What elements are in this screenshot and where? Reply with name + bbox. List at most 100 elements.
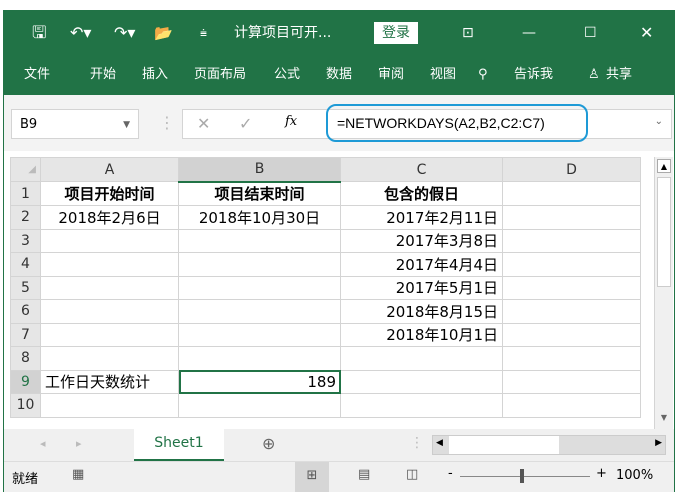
zoom-slider[interactable] bbox=[460, 476, 590, 477]
row-header[interactable]: 3 bbox=[10, 228, 41, 253]
row-header[interactable]: 9 bbox=[10, 369, 41, 394]
column-header-c[interactable]: C bbox=[340, 157, 503, 182]
cell-c10[interactable] bbox=[340, 393, 503, 418]
cell-b8[interactable] bbox=[178, 346, 341, 371]
cell-c7[interactable]: 2018年10月1日 bbox=[340, 322, 503, 347]
scroll-left-icon[interactable]: ◀ bbox=[436, 438, 443, 448]
cell-c8[interactable] bbox=[340, 346, 503, 371]
minimize-button[interactable]: — bbox=[522, 11, 536, 55]
formula-text[interactable]: =NETWORKDAYS(A2,B2,C2:C7) bbox=[326, 104, 588, 142]
search-icon[interactable]: ⚲ bbox=[478, 55, 488, 95]
cell-b6[interactable] bbox=[178, 299, 341, 324]
cell-c4[interactable]: 2017年4月4日 bbox=[340, 252, 503, 277]
cell-c5[interactable]: 2017年5月1日 bbox=[340, 275, 503, 300]
next-sheet-icon[interactable]: ▸ bbox=[76, 437, 82, 450]
scroll-thumb[interactable] bbox=[657, 177, 671, 287]
zoom-in-button[interactable]: + bbox=[596, 466, 607, 481]
scroll-up-icon[interactable]: ▲ bbox=[657, 159, 671, 173]
open-folder-icon[interactable]: 📂 bbox=[154, 11, 173, 55]
scroll-thumb[interactable] bbox=[449, 436, 559, 454]
drag-handle-icon[interactable]: ⋮ bbox=[159, 113, 175, 132]
maximize-button[interactable]: ☐ bbox=[584, 11, 597, 55]
horizontal-scrollbar[interactable]: ◀ ▶ bbox=[432, 435, 666, 455]
cell-b5[interactable] bbox=[178, 275, 341, 300]
cell-a2[interactable]: 2018年2月6日 bbox=[40, 205, 179, 230]
tab-insert[interactable]: 插入 bbox=[142, 55, 168, 95]
undo-icon[interactable]: ↶▾ bbox=[70, 11, 91, 55]
cell-d4[interactable] bbox=[502, 252, 641, 277]
scroll-down-icon[interactable]: ▼ bbox=[657, 413, 671, 427]
cell-b10[interactable] bbox=[178, 393, 341, 418]
scroll-right-icon[interactable]: ▶ bbox=[655, 438, 662, 448]
close-button[interactable]: ✕ bbox=[640, 11, 653, 55]
enter-icon[interactable]: ✓ bbox=[239, 114, 252, 133]
normal-view-icon[interactable]: ⊞ bbox=[295, 462, 329, 492]
add-sheet-icon[interactable]: ⊕ bbox=[262, 434, 275, 453]
row-header[interactable]: 7 bbox=[10, 322, 41, 347]
vertical-scrollbar[interactable]: ▲ ▼ bbox=[654, 157, 673, 429]
redo-icon[interactable]: ↷▾ bbox=[114, 11, 135, 55]
tab-data[interactable]: 数据 bbox=[326, 55, 352, 95]
cell-d10[interactable] bbox=[502, 393, 641, 418]
cell-a7[interactable] bbox=[40, 322, 179, 347]
row-header[interactable]: 4 bbox=[10, 252, 41, 277]
cell-a6[interactable] bbox=[40, 299, 179, 324]
cell-d1[interactable] bbox=[502, 181, 641, 206]
cell-c2[interactable]: 2017年2月11日 bbox=[340, 205, 503, 230]
cell-a10[interactable] bbox=[40, 393, 179, 418]
prev-sheet-icon[interactable]: ◂ bbox=[40, 437, 46, 450]
select-all[interactable]: ◢ bbox=[10, 157, 41, 182]
login-button[interactable]: 登录 bbox=[374, 22, 418, 44]
chevron-down-icon[interactable]: ▼ bbox=[123, 110, 130, 140]
row-header[interactable]: 8 bbox=[10, 346, 41, 371]
tab-view[interactable]: 视图 bbox=[430, 55, 456, 95]
row-header[interactable]: 2 bbox=[10, 205, 41, 230]
cell-c9[interactable] bbox=[340, 369, 503, 394]
zoom-out-button[interactable]: - bbox=[448, 466, 453, 481]
tab-formulas[interactable]: 公式 bbox=[274, 55, 300, 95]
cell-c6[interactable]: 2018年8月15日 bbox=[340, 299, 503, 324]
customize-toolbar-icon[interactable]: ⩧ bbox=[200, 11, 207, 55]
row-header[interactable]: 1 bbox=[10, 181, 41, 206]
cell-b7[interactable] bbox=[178, 322, 341, 347]
tab-file[interactable]: 文件 bbox=[24, 55, 50, 95]
tab-page-layout[interactable]: 页面布局 bbox=[194, 55, 246, 95]
column-header-b[interactable]: B bbox=[178, 157, 341, 183]
cancel-icon[interactable]: ✕ bbox=[197, 114, 210, 133]
macro-record-icon[interactable]: ▦ bbox=[72, 467, 84, 482]
sheet-tab-sheet1[interactable]: Sheet1 bbox=[134, 429, 224, 462]
row-header[interactable]: 10 bbox=[10, 393, 41, 418]
row-header[interactable]: 6 bbox=[10, 299, 41, 324]
save-icon[interactable]: 🖫 bbox=[32, 11, 46, 55]
share-button[interactable]: 共享 bbox=[606, 55, 632, 95]
cell-b1[interactable]: 项目结束时间 bbox=[178, 181, 341, 206]
cell-c1[interactable]: 包含的假日 bbox=[340, 181, 503, 206]
cell-b2[interactable]: 2018年10月30日 bbox=[178, 205, 341, 230]
cell-d6[interactable] bbox=[502, 299, 641, 324]
zoom-level[interactable]: 100% bbox=[616, 468, 653, 483]
cell-a9[interactable]: 工作日天数统计 bbox=[40, 369, 179, 394]
row-header[interactable]: 5 bbox=[10, 275, 41, 300]
cell-a4[interactable] bbox=[40, 252, 179, 277]
column-header-d[interactable]: D bbox=[502, 157, 641, 182]
split-handle-icon[interactable]: ⋮ bbox=[410, 435, 424, 451]
zoom-slider-thumb[interactable] bbox=[520, 469, 524, 483]
page-layout-view-icon[interactable]: ▤ bbox=[358, 467, 370, 482]
cell-d2[interactable] bbox=[502, 205, 641, 230]
tab-home[interactable]: 开始 bbox=[90, 55, 116, 95]
cell-a8[interactable] bbox=[40, 346, 179, 371]
cell-b4[interactable] bbox=[178, 252, 341, 277]
cell-c3[interactable]: 2017年3月8日 bbox=[340, 228, 503, 253]
cell-a3[interactable] bbox=[40, 228, 179, 253]
ribbon-display-icon[interactable]: ⊡ bbox=[462, 11, 474, 55]
column-header-a[interactable]: A bbox=[40, 157, 179, 182]
cell-d5[interactable] bbox=[502, 275, 641, 300]
cell-b3[interactable] bbox=[178, 228, 341, 253]
cell-d3[interactable] bbox=[502, 228, 641, 253]
cell-d9[interactable] bbox=[502, 369, 641, 394]
user-icon[interactable]: ♙ bbox=[588, 55, 600, 95]
cell-a5[interactable] bbox=[40, 275, 179, 300]
page-break-view-icon[interactable]: ◫ bbox=[406, 467, 418, 482]
tell-me[interactable]: 告诉我 bbox=[514, 55, 553, 95]
name-box[interactable]: B9 ▼ bbox=[11, 109, 139, 139]
